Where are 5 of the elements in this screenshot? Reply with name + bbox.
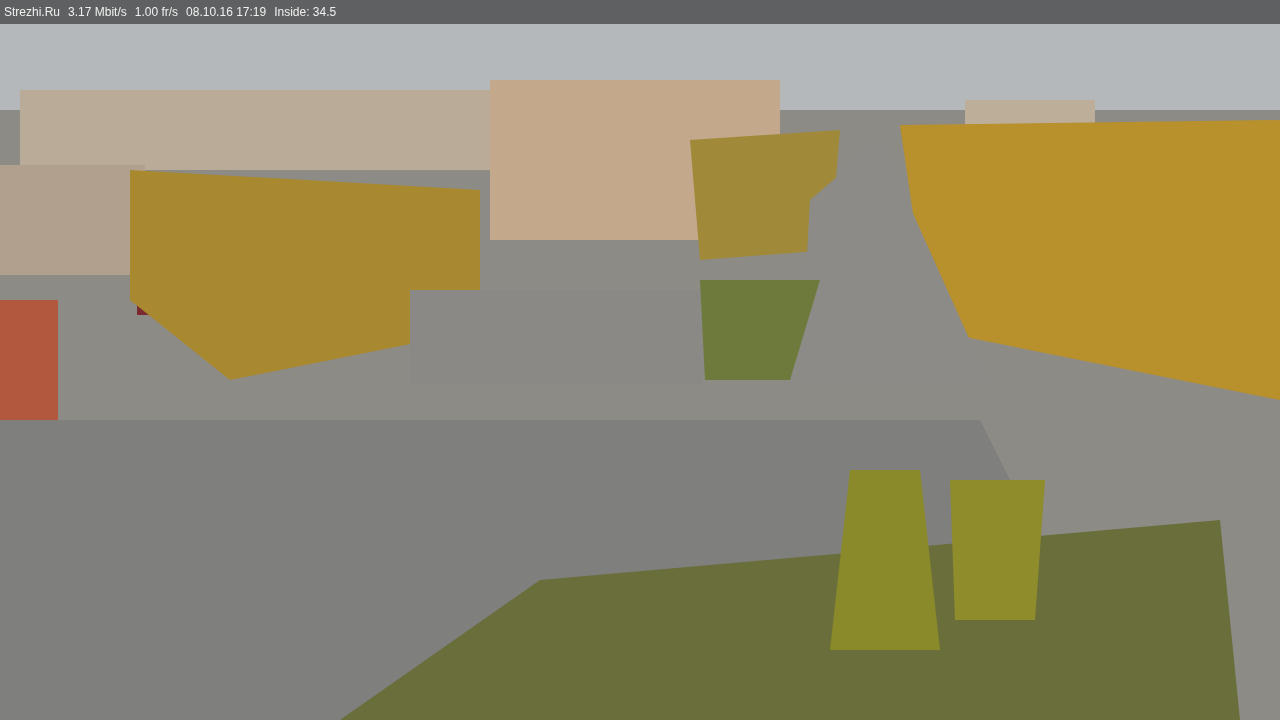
site-name: Strezhi.Ru bbox=[4, 5, 61, 19]
overlay-text: 3.17 Mbit/s bbox=[68, 5, 127, 19]
overlay-text: 08.10.16 17:19 bbox=[186, 5, 267, 19]
overlay-text: Inside: 34.5 bbox=[274, 5, 337, 19]
overlay-text: 1.00 fr/s bbox=[134, 5, 179, 19]
